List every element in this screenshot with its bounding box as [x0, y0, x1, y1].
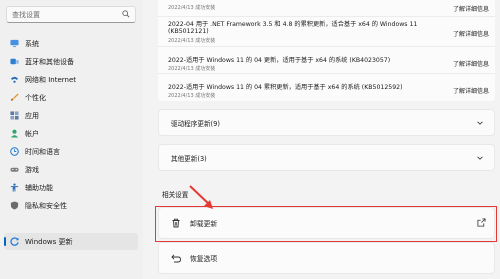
update-title: 2022-适用于 Windows 11 的 04 累积更新，适用于基于 x64 … — [168, 84, 403, 91]
sidebar-item-personalization[interactable]: 个性化 — [4, 89, 138, 106]
recovery-icon — [171, 253, 181, 263]
related-settings-heading: 相关设置 — [162, 191, 189, 199]
update-item: 2022-适用于 Windows 11 的 04 累积更新，适用于基于 x64 … — [158, 74, 495, 101]
learn-more-link[interactable]: 了解详细信息 — [453, 86, 489, 95]
update-item: 2022/4/13 成功安装 了解详细信息 — [158, 0, 495, 17]
update-title: 2022-04 用于 .NET Framework 3.5 和 4.8 的累积更… — [168, 21, 418, 28]
sidebar-item-label: 应用 — [25, 111, 39, 120]
search-icon — [122, 10, 130, 18]
learn-more-link[interactable]: 了解详细信息 — [453, 59, 489, 68]
brush-icon — [10, 93, 19, 102]
search-placeholder: 查找设置 — [12, 11, 40, 19]
shield-icon — [10, 201, 19, 210]
sidebar-item-label: 系统 — [25, 39, 39, 48]
driver-updates-expander[interactable]: 驱动程序更新(9) — [158, 109, 495, 136]
sidebar: 查找设置 系统 蓝牙和其他设备 网络和 Internet 个性化 应用 帐户 时… — [0, 0, 143, 279]
uninstall-updates-label: 卸载更新 — [190, 220, 218, 228]
monitor-icon — [10, 39, 19, 48]
sidebar-item-label: Windows 更新 — [25, 237, 73, 246]
sidebar-item-gaming[interactable]: 游戏 — [4, 161, 138, 178]
chevron-down-icon — [477, 121, 483, 125]
main-content: 2022/4/13 成功安装 了解详细信息 2022-04 用于 .NET Fr… — [150, 0, 500, 279]
update-date: 2022/4/13 成功安装 — [168, 5, 216, 11]
sidebar-item-network[interactable]: 网络和 Internet — [4, 71, 138, 88]
sidebar-item-time-language[interactable]: 时间和语言 — [4, 143, 138, 160]
sidebar-item-label: 网络和 Internet — [25, 75, 77, 84]
other-updates-label: 其他更新(3) — [171, 154, 207, 163]
update-title-kb: (KB5012121) — [168, 28, 209, 35]
globe-clock-icon — [10, 147, 19, 156]
update-history-list: 2022/4/13 成功安装 了解详细信息 2022-04 用于 .NET Fr… — [158, 0, 495, 101]
gamepad-icon — [10, 165, 19, 174]
sidebar-item-system[interactable]: 系统 — [4, 35, 138, 52]
red-arrow-annotation — [189, 185, 213, 209]
chevron-down-icon — [477, 156, 483, 160]
sidebar-item-windows-update[interactable]: Windows 更新 — [4, 233, 138, 250]
sidebar-item-label: 时间和语言 — [25, 147, 60, 156]
search-input[interactable]: 查找设置 — [6, 6, 136, 23]
update-item: 2022-适用于 Windows 11 的 04 更新，适用于基于 x64 的系… — [158, 47, 495, 74]
sidebar-item-apps[interactable]: 应用 — [4, 107, 138, 124]
update-date: 2022/4/13 成功安装 — [168, 93, 216, 99]
update-title: 2022-适用于 Windows 11 的 04 更新，适用于基于 x64 的系… — [168, 57, 391, 64]
uninstall-updates-button[interactable]: 卸载更新 — [158, 207, 495, 239]
apps-icon — [10, 111, 19, 120]
network-icon — [10, 75, 19, 84]
recovery-options-label: 恢复选项 — [190, 255, 218, 263]
accessibility-icon — [10, 183, 19, 192]
update-item: 2022-04 用于 .NET Framework 3.5 和 4.8 的累积更… — [158, 17, 495, 47]
external-link-icon — [477, 218, 486, 227]
sidebar-item-accounts[interactable]: 帐户 — [4, 125, 138, 142]
sidebar-item-label: 辅助功能 — [25, 183, 53, 192]
learn-more-link[interactable]: 了解详细信息 — [453, 29, 489, 38]
learn-more-link[interactable]: 了解详细信息 — [453, 4, 489, 13]
update-date: 2022/4/13 成功安装 — [168, 38, 216, 44]
sidebar-item-privacy[interactable]: 隐私和安全性 — [4, 197, 138, 214]
sidebar-item-label: 游戏 — [25, 165, 39, 174]
driver-updates-label: 驱动程序更新(9) — [171, 119, 220, 128]
sidebar-item-accessibility[interactable]: 辅助功能 — [4, 179, 138, 196]
update-date: 2022/4/13 成功安装 — [168, 66, 216, 72]
recovery-options-button[interactable]: 恢复选项 — [158, 242, 495, 274]
account-icon — [10, 129, 19, 138]
trash-icon — [171, 218, 181, 228]
sidebar-item-label: 帐户 — [25, 129, 39, 138]
sidebar-item-label: 蓝牙和其他设备 — [25, 57, 74, 66]
windows-update-icon — [10, 237, 19, 246]
sidebar-item-label: 个性化 — [25, 93, 46, 102]
other-updates-expander[interactable]: 其他更新(3) — [158, 144, 495, 171]
sidebar-item-label: 隐私和安全性 — [25, 201, 67, 210]
bluetooth-icon — [10, 57, 19, 66]
sidebar-item-bluetooth[interactable]: 蓝牙和其他设备 — [4, 53, 138, 70]
